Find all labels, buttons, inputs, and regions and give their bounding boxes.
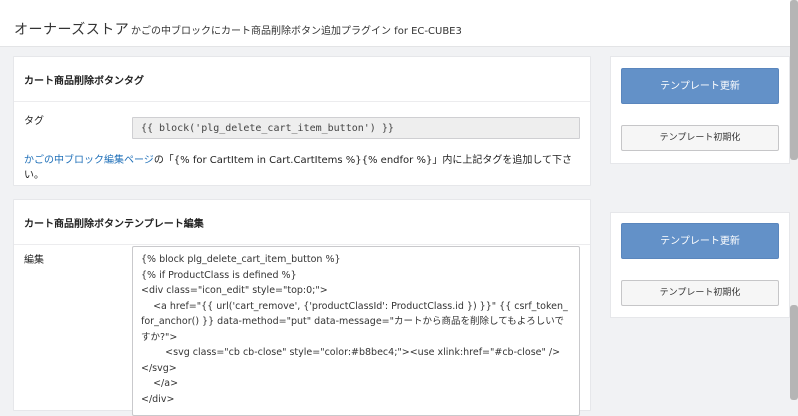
- page-subtitle: かごの中ブロックにカート商品削除ボタン追加プラグイン for EC-CUBE3: [131, 26, 462, 37]
- tag-card-heading: カート商品削除ボタンタグ: [24, 76, 144, 87]
- template-update-button[interactable]: テンプレート更新: [621, 68, 779, 104]
- template-card: カート商品削除ボタンテンプレート編集 編集 {% block plg_delet…: [13, 199, 591, 416]
- edit-field-label: 編集: [24, 255, 44, 266]
- template-update-button-2[interactable]: テンプレート更新: [621, 223, 779, 259]
- page-header: オーナーズストア かごの中ブロックにカート商品削除ボタン追加プラグイン for …: [0, 0, 790, 47]
- template-reset-button-2[interactable]: テンプレート初期化: [621, 280, 779, 306]
- block-edit-page-link[interactable]: かごの中ブロック編集ページ: [24, 155, 154, 166]
- page-title: オーナーズストア: [14, 22, 130, 38]
- template-reset-button[interactable]: テンプレート初期化: [621, 125, 779, 151]
- template-code-editor[interactable]: {% block plg_delete_cart_item_button %} …: [132, 246, 580, 416]
- tag-help-text: かごの中ブロック編集ページの「{% for CartItem in Cart.C…: [24, 153, 584, 183]
- template-code: {% block plg_delete_cart_item_button %} …: [141, 254, 568, 405]
- template-card-heading: カート商品削除ボタンテンプレート編集: [24, 219, 204, 230]
- page-scrollbar[interactable]: [790, 0, 798, 400]
- side-panel-bottom: テンプレート更新 テンプレート初期化: [610, 212, 790, 318]
- tag-card-header: カート商品削除ボタンタグ: [14, 57, 590, 102]
- side-panel-top: テンプレート更新 テンプレート初期化: [610, 56, 790, 164]
- scrollbar-thumb-bottom[interactable]: [790, 305, 798, 400]
- tag-field-label: タグ: [24, 116, 44, 127]
- tag-input[interactable]: {{ block('plg_delete_cart_item_button') …: [132, 117, 580, 139]
- scrollbar-thumb-top[interactable]: [790, 0, 798, 160]
- template-card-header: カート商品削除ボタンテンプレート編集: [14, 200, 590, 245]
- tag-card: カート商品削除ボタンタグ タグ {{ block('plg_delete_car…: [13, 56, 591, 186]
